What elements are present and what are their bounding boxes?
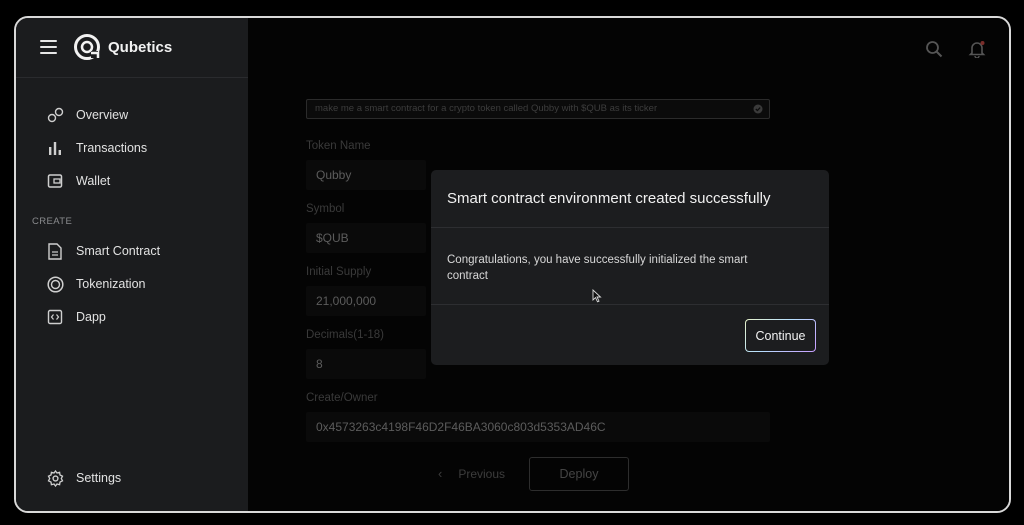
create-section-label: CREATE: [32, 216, 73, 227]
sidebar-item-tokenization[interactable]: Tokenization: [46, 272, 146, 296]
prompt-input[interactable]: make me a smart contract for a crypto to…: [306, 99, 770, 119]
overview-icon: [46, 106, 64, 124]
qubetics-logo-icon: [74, 34, 100, 60]
initial-supply-label: Initial Supply: [306, 266, 372, 278]
gear-icon: [46, 469, 64, 487]
sidebar-item-label: Wallet: [76, 174, 111, 188]
deploy-label: Deploy: [559, 467, 599, 481]
sidebar-item-dapp[interactable]: Dapp: [46, 305, 106, 329]
decimals-value: 8: [316, 357, 323, 371]
success-modal: Smart contract environment created succe…: [431, 170, 829, 365]
continue-button[interactable]: Continue: [745, 319, 816, 352]
sidebar-item-transactions[interactable]: Transactions: [46, 136, 147, 160]
decimals-input[interactable]: [306, 349, 426, 379]
sidebar: Qubetics Overview Transactions Wallet CR…: [16, 18, 248, 511]
owner-value: 0x4573263c4198F46D2F46BA3060c803d5353AD4…: [316, 420, 606, 434]
prompt-text: make me a smart contract for a crypto to…: [315, 103, 658, 114]
symbol-value: $QUB: [316, 231, 349, 245]
mouse-cursor-icon: [592, 289, 602, 303]
check-circle-icon: [753, 104, 763, 114]
sidebar-item-label: Smart Contract: [76, 244, 161, 258]
token-name-label: Token Name: [306, 140, 371, 152]
menu-icon[interactable]: [40, 40, 57, 54]
symbol-label: Symbol: [306, 203, 345, 215]
sidebar-item-label: Dapp: [76, 310, 106, 324]
sidebar-item-smart-contract[interactable]: Smart Contract: [46, 239, 160, 263]
owner-label: Create/Owner: [306, 392, 378, 404]
document-icon: [46, 242, 64, 260]
decimals-label: Decimals(1-18): [306, 329, 384, 341]
settings-label: Settings: [76, 471, 122, 485]
modal-title: Smart contract environment created succe…: [447, 190, 771, 207]
sidebar-item-label: Transactions: [76, 141, 148, 155]
modal-header: Smart contract environment created succe…: [431, 170, 829, 228]
sidebar-item-settings[interactable]: Settings: [46, 466, 121, 490]
app-name: Qubetics: [108, 39, 173, 56]
sidebar-item-wallet[interactable]: Wallet: [46, 169, 110, 193]
wallet-icon: [46, 172, 64, 190]
token-name-value: Qubby: [316, 168, 352, 182]
chevron-left-icon: ‹: [438, 466, 443, 481]
bar-chart-icon: [46, 139, 64, 157]
modal-body: Congratulations, you have successfully i…: [447, 254, 748, 282]
sidebar-item-label: Overview: [76, 108, 129, 122]
deploy-button[interactable]: Deploy: [529, 457, 629, 491]
continue-label: Continue: [746, 320, 815, 351]
sidebar-item-label: Tokenization: [76, 277, 146, 291]
previous-label: Previous: [458, 466, 506, 481]
token-icon: [46, 275, 64, 293]
sidebar-item-overview[interactable]: Overview: [46, 103, 128, 127]
app-window: Qubetics Overview Transactions Wallet CR…: [14, 16, 1011, 513]
previous-button[interactable]: ‹ Previous: [438, 466, 505, 481]
initial-supply-value: 21,000,000: [316, 294, 377, 308]
modal-footer: Continue: [431, 304, 829, 365]
brand-header: Qubetics: [16, 18, 248, 78]
code-icon: [46, 308, 64, 326]
